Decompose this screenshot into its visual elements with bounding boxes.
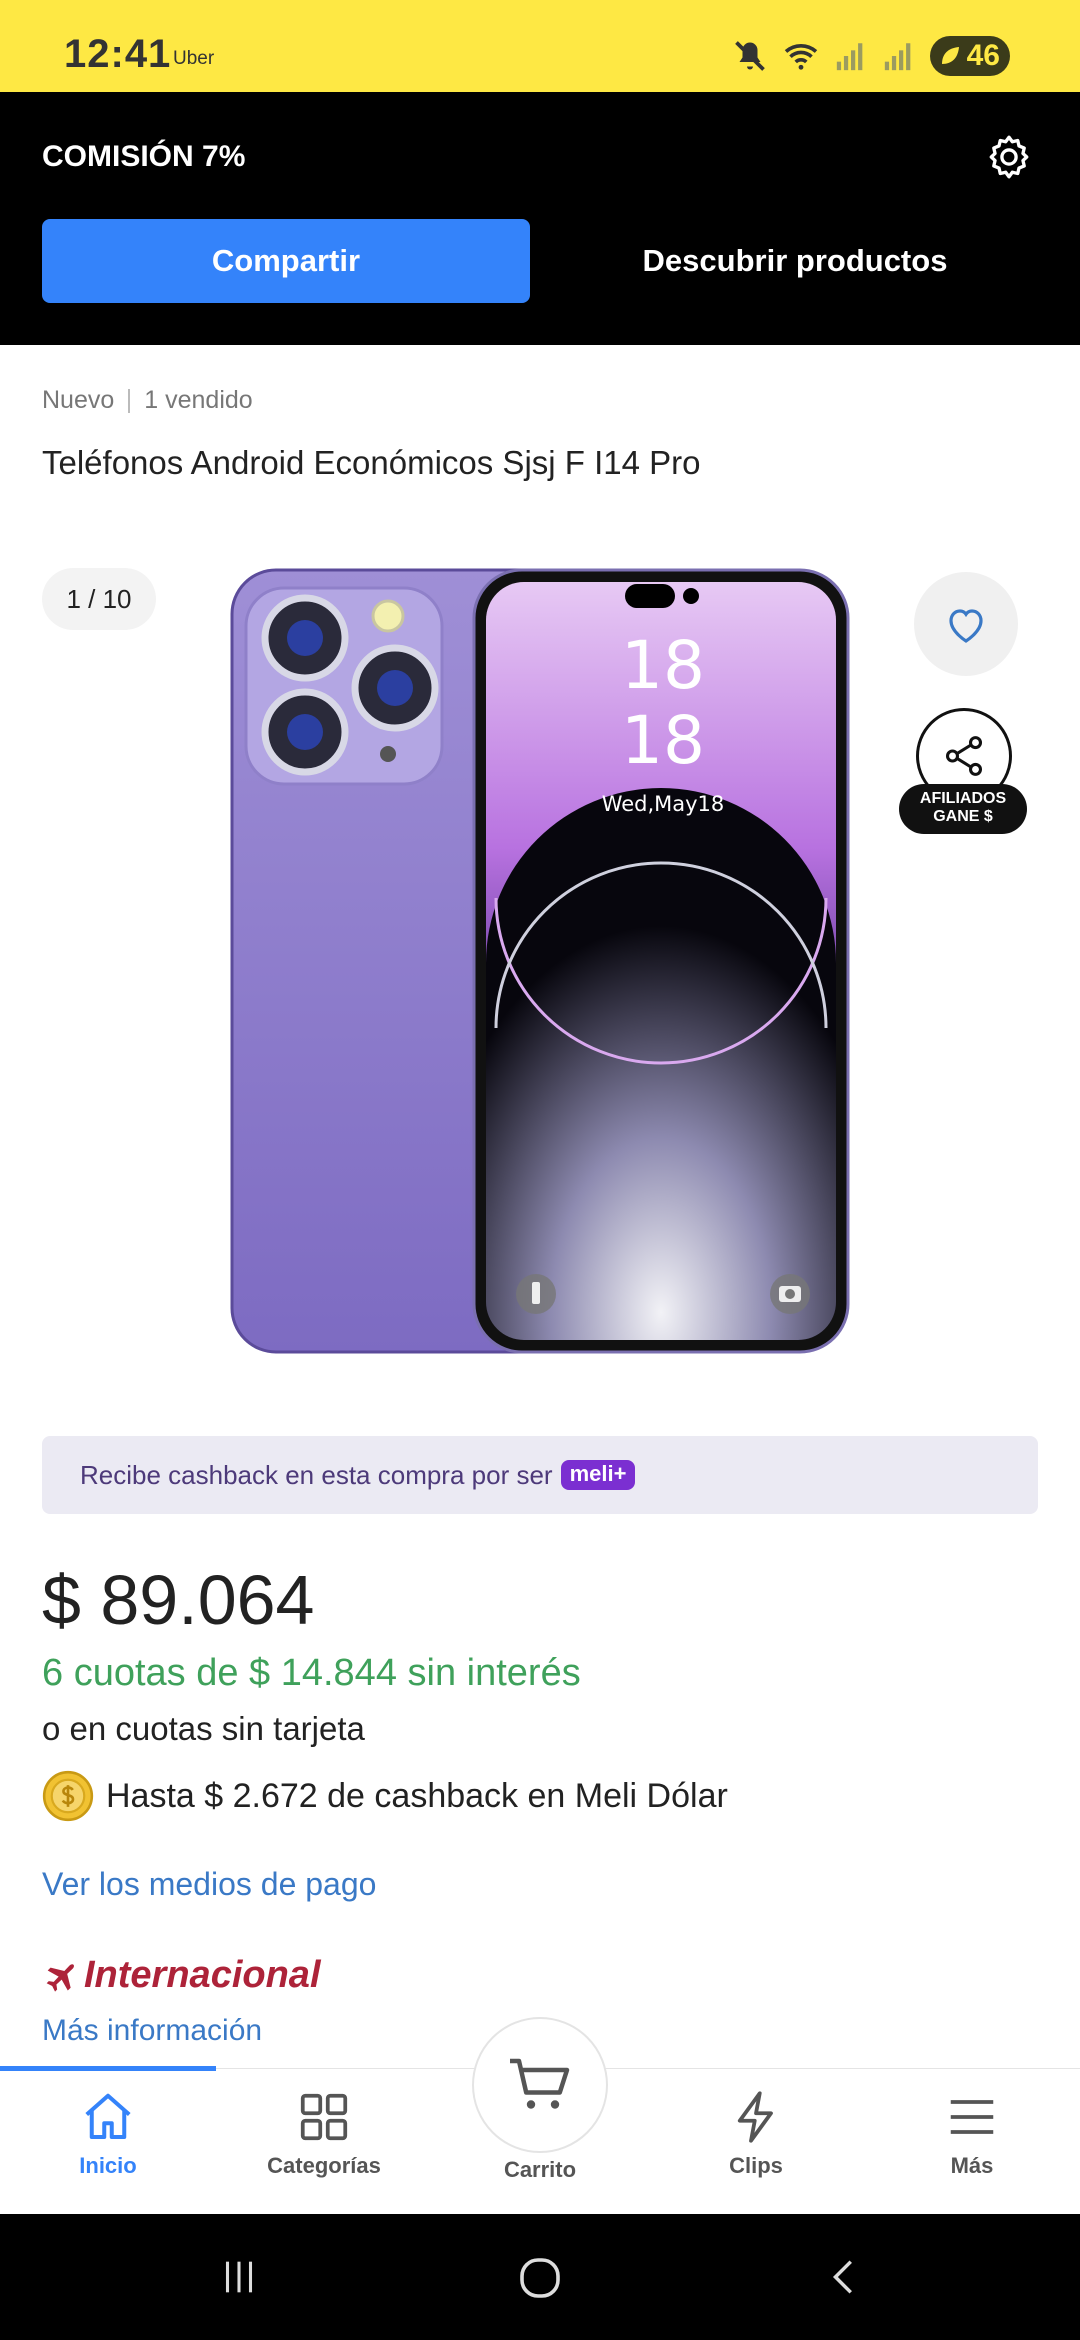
nav-label: Más xyxy=(950,2153,994,2178)
image-pager: 1 / 10 xyxy=(42,568,156,630)
leaf-icon xyxy=(942,47,959,64)
nav-item-clips[interactable]: Clips xyxy=(648,2069,864,2215)
phone-date: Wed,May18 xyxy=(602,792,725,816)
international-label: Internacional xyxy=(84,1954,321,1996)
signal-icon xyxy=(836,43,863,71)
cashback-banner[interactable]: Recibe cashback en esta compra por ser m… xyxy=(42,1436,1038,1514)
grid-icon xyxy=(300,2093,348,2141)
back-icon[interactable] xyxy=(822,2254,868,2300)
mute-icon xyxy=(735,41,765,71)
divider xyxy=(128,388,131,413)
nav-item-mas[interactable]: Más xyxy=(864,2069,1080,2215)
lightning-icon xyxy=(737,2091,773,2143)
product-title: Teléfonos Android Económicos Sjsj F I14 … xyxy=(42,444,701,481)
status-app-label: Uber xyxy=(173,48,215,69)
battery-level: 46 xyxy=(966,39,1000,72)
price: $ 89.064 xyxy=(42,1561,315,1639)
meli-plus-badge: meli+ xyxy=(560,1460,636,1490)
gear-icon[interactable] xyxy=(984,132,1034,182)
nav-item-inicio[interactable]: Inicio xyxy=(0,2069,216,2215)
phone-clock-hours: 18 xyxy=(621,627,705,704)
nav-label: Inicio xyxy=(79,2153,137,2178)
menu-icon xyxy=(950,2100,994,2134)
payment-methods-link[interactable]: Ver los medios de pago xyxy=(42,1866,376,1903)
share-icon xyxy=(945,736,983,776)
cashback-row: Hasta $ 2.672 de cashback en Meli Dólar xyxy=(42,1770,728,1822)
nav-label: Categorías xyxy=(267,2153,381,2178)
nav-label: Carrito xyxy=(503,2157,577,2182)
condition-label: Nuevo xyxy=(42,386,115,414)
nav-item-carrito[interactable] xyxy=(472,2017,608,2153)
affiliate-badge-line1: AFILIADOS xyxy=(919,790,1007,807)
cashback-text: Hasta $ 2.672 de cashback en Meli Dólar xyxy=(106,1776,728,1815)
status-time: 12:41 xyxy=(64,32,172,76)
status-bar: 12:41 Uber 46 xyxy=(0,0,1080,92)
airplane-icon xyxy=(46,1963,74,1992)
status-icons: 46 xyxy=(732,36,1010,76)
nav-item-categorias[interactable]: Categorías xyxy=(216,2069,432,2215)
wifi-icon xyxy=(784,44,818,70)
home-button-icon[interactable] xyxy=(516,2254,564,2302)
home-icon xyxy=(85,2093,131,2139)
recent-apps-icon[interactable] xyxy=(216,2254,262,2300)
product-condition: Nuevo 1 vendido xyxy=(42,386,253,415)
cart-icon xyxy=(510,2058,570,2109)
signal-icon xyxy=(884,43,911,71)
product-image[interactable]: 18 18 Wed,May18 xyxy=(230,568,850,1354)
cashback-banner-text: Recibe cashback en esta compra por ser xyxy=(80,1459,553,1490)
international-badge: Internacional xyxy=(42,1954,321,1997)
affiliate-badge[interactable]: AFILIADOS GANE $ xyxy=(899,784,1027,834)
share-button[interactable]: Compartir xyxy=(42,219,530,303)
coin-icon xyxy=(42,1770,94,1822)
battery-indicator: 46 xyxy=(930,36,1010,76)
favorite-button[interactable] xyxy=(914,572,1018,676)
phone-clock-minutes: 18 xyxy=(621,702,705,779)
android-nav-bar xyxy=(0,2214,1080,2340)
discover-products-button[interactable]: Descubrir productos xyxy=(590,219,1000,303)
affiliate-badge-line2: GANE $ xyxy=(933,808,993,825)
affiliate-header: COMISIÓN 7% Compartir Descubrir producto… xyxy=(0,92,1080,345)
no-card-installments: o en cuotas sin tarjeta xyxy=(42,1710,365,1747)
sold-count: 1 vendido xyxy=(144,386,253,414)
installments: 6 cuotas de $ 14.844 sin interés xyxy=(42,1652,581,1694)
bottom-nav: Inicio Categorías Carrito Clips Más xyxy=(0,2017,1080,2215)
nav-label: Clips xyxy=(729,2153,783,2178)
commission-label: COMISIÓN 7% xyxy=(42,140,246,173)
heart-icon xyxy=(949,609,983,643)
more-info-link[interactable]: Más información xyxy=(42,2014,262,2048)
